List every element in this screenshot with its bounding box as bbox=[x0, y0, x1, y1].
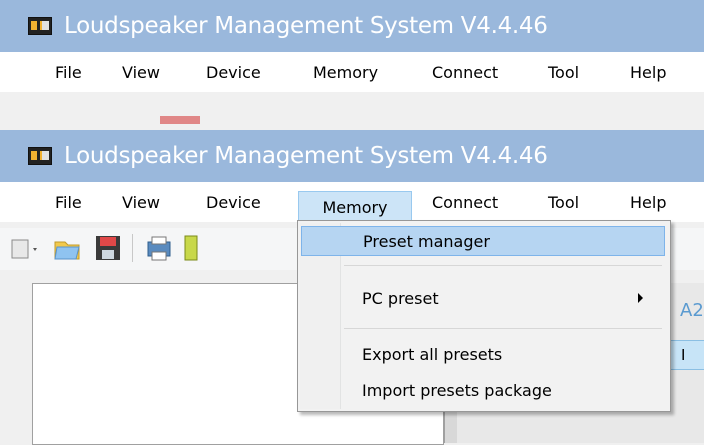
menu-connect[interactable]: Connect bbox=[432, 57, 498, 87]
menu-view[interactable]: View bbox=[122, 57, 160, 87]
menu-device[interactable]: Device bbox=[206, 57, 261, 87]
menu-tool[interactable]: Tool bbox=[548, 57, 579, 87]
menu-help[interactable]: Help bbox=[630, 57, 666, 87]
app-logo-icon bbox=[28, 147, 52, 165]
toolbar-separator bbox=[132, 234, 133, 262]
menu-item-export-all-presets[interactable]: Export all presets bbox=[301, 339, 665, 369]
menu-connect[interactable]: Connect bbox=[432, 187, 498, 217]
right-panel-label-fragment: A2 bbox=[680, 300, 704, 321]
memory-dropdown-menu: Preset manager PC preset Export all pres… bbox=[297, 220, 671, 412]
menu-view[interactable]: View bbox=[122, 187, 160, 217]
app-logo-icon bbox=[28, 17, 52, 35]
back-window-title: Loudspeaker Management System V4.4.46 bbox=[64, 13, 548, 39]
menu-item-preset-manager[interactable]: Preset manager bbox=[301, 226, 665, 256]
menu-item-label: Import presets package bbox=[362, 380, 552, 400]
front-window-menubar: File View Device Memory Connect Tool Hel… bbox=[0, 182, 704, 222]
front-window-title: Loudspeaker Management System V4.4.46 bbox=[64, 143, 548, 169]
menu-memory-active[interactable]: Memory bbox=[298, 191, 412, 222]
new-icon[interactable] bbox=[8, 236, 40, 262]
menu-item-import-presets-package[interactable]: Import presets package bbox=[301, 375, 665, 405]
menu-memory[interactable]: Memory bbox=[313, 57, 378, 87]
back-window-titlebar: Loudspeaker Management System V4.4.46 bbox=[0, 0, 704, 52]
device-icon[interactable] bbox=[184, 234, 198, 262]
submenu-arrow-icon bbox=[638, 293, 643, 303]
print-icon[interactable] bbox=[144, 234, 174, 262]
right-panel-tab-fragment[interactable]: I bbox=[670, 340, 704, 370]
save-icon[interactable] bbox=[94, 234, 122, 262]
menu-item-label: PC preset bbox=[362, 288, 439, 308]
menu-file[interactable]: File bbox=[55, 187, 82, 217]
menu-item-label: Preset manager bbox=[363, 231, 490, 251]
menu-help[interactable]: Help bbox=[630, 187, 666, 217]
back-window-toolbar-fragment bbox=[160, 116, 200, 124]
front-window-titlebar: Loudspeaker Management System V4.4.46 bbox=[0, 130, 704, 182]
menu-device[interactable]: Device bbox=[206, 187, 261, 217]
menu-separator bbox=[344, 265, 662, 266]
menu-separator bbox=[344, 328, 662, 329]
open-folder-icon[interactable] bbox=[52, 234, 82, 262]
back-window-menubar: File View Device Memory Connect Tool Hel… bbox=[0, 52, 704, 92]
menu-tool[interactable]: Tool bbox=[548, 187, 579, 217]
menu-item-label: Export all presets bbox=[362, 344, 503, 364]
menu-item-pc-preset[interactable]: PC preset bbox=[301, 283, 665, 313]
back-window-toolbar-strip bbox=[0, 92, 704, 128]
menu-file[interactable]: File bbox=[55, 57, 82, 87]
